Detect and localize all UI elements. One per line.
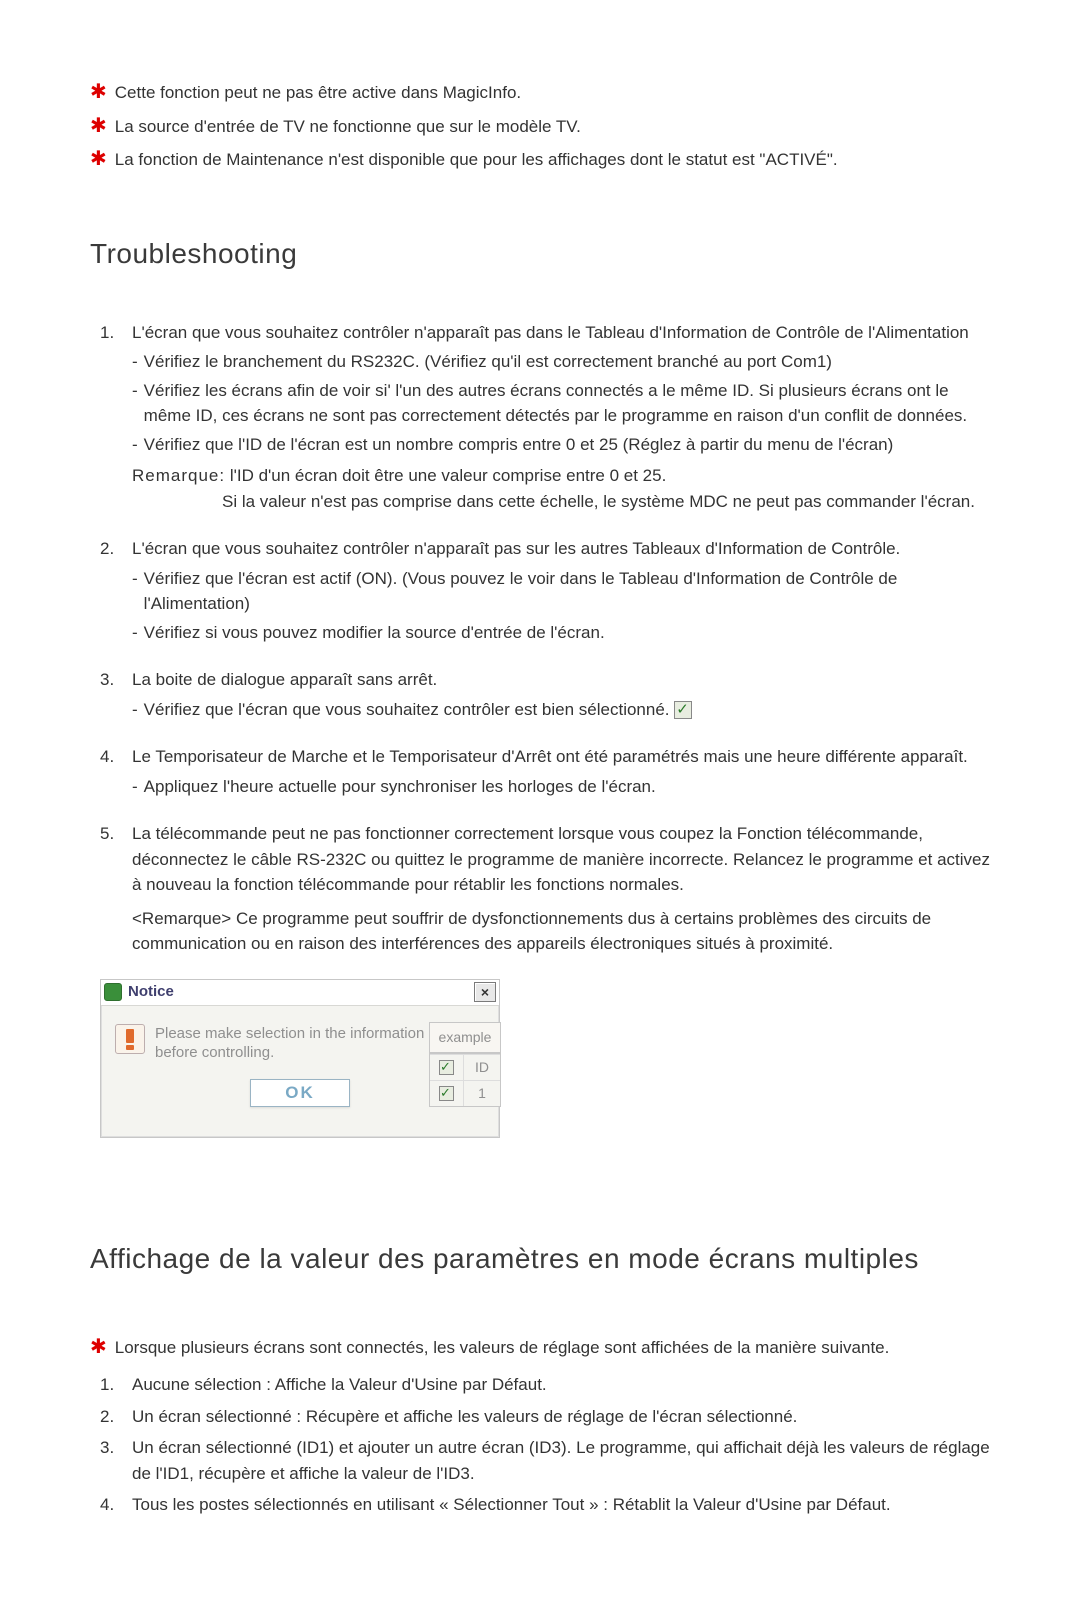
list-item: 2. Un écran sélectionné : Récupère et af… (100, 1404, 990, 1430)
item-text: Aucune sélection : Affiche la Valeur d'U… (132, 1372, 547, 1398)
note-text: La fonction de Maintenance n'est disponi… (115, 147, 838, 173)
app-icon (104, 983, 122, 1001)
remark-line2: Si la valeur n'est pas comprise dans cet… (132, 489, 990, 515)
list-item: 1. Aucune sélection : Affiche la Valeur … (100, 1372, 990, 1398)
star-icon: ✱ (90, 147, 107, 173)
sub-text: Vérifiez le branchement du RS232C. (Véri… (144, 349, 832, 375)
list-item: 5. La télécommande peut ne pas fonctionn… (100, 821, 990, 957)
item-head: L'écran que vous souhaitez contrôler n'a… (132, 320, 969, 346)
dash-icon: - (132, 349, 138, 375)
list-item: 3. La boite de dialogue apparaît sans ar… (100, 667, 990, 722)
item-head: La télécommande peut ne pas fonctionner … (132, 821, 990, 898)
check-icon[interactable] (439, 1060, 454, 1075)
notice-dialog: Notice × Please make selection in the in… (100, 979, 500, 1138)
section-multiple-screens: Affichage de la valeur des paramètres en… (90, 1238, 990, 1518)
list-item: 2. L'écran que vous souhaitez contrôler … (100, 536, 990, 645)
star-icon: ✱ (90, 1335, 107, 1361)
exclamation-icon (115, 1024, 145, 1054)
sub-text-with-check: Vérifiez que l'écran que vous souhaitez … (144, 697, 693, 723)
note-text: La source d'entrée de TV ne fonctionne q… (115, 114, 581, 140)
section-heading-multiscreen: Affichage de la valeur des paramètres en… (90, 1238, 990, 1280)
close-icon[interactable]: × (474, 982, 496, 1002)
item-number: 4. (100, 1492, 124, 1518)
item-number: 3. (100, 667, 124, 693)
remark-label: <Remarque> (132, 909, 231, 928)
sub-text: Vérifiez si vous pouvez modifier la sour… (144, 620, 605, 646)
example-header: example (430, 1023, 500, 1054)
item-number: 1. (100, 1372, 124, 1398)
dash-icon: - (132, 432, 138, 458)
dash-icon: - (132, 566, 138, 617)
item-head: L'écran que vous souhaitez contrôler n'a… (132, 536, 900, 562)
item-head: La boite de dialogue apparaît sans arrêt… (132, 667, 437, 693)
note-text: Cette fonction peut ne pas être active d… (115, 80, 521, 106)
star-icon: ✱ (90, 114, 107, 140)
item-text: Un écran sélectionné (ID1) et ajouter un… (132, 1435, 990, 1486)
section-heading-troubleshooting: Troubleshooting (90, 233, 990, 275)
item-head: Le Temporisateur de Marche et le Tempori… (132, 744, 968, 770)
item-number: 1. (100, 320, 124, 346)
remark-inline: <Remarque> Ce programme peut souffrir de… (100, 906, 990, 957)
dash-icon: - (132, 697, 138, 723)
list-item: 3. Un écran sélectionné (ID1) et ajouter… (100, 1435, 990, 1486)
note-item: ✱ Cette fonction peut ne pas être active… (90, 80, 990, 106)
list-item: 1. L'écran que vous souhaitez contrôler … (100, 320, 990, 515)
multiscreen-list: 1. Aucune sélection : Affiche la Valeur … (90, 1372, 990, 1518)
dash-icon: - (132, 620, 138, 646)
item-text: Tous les postes sélectionnés en utilisan… (132, 1492, 891, 1518)
example-row: 1 (430, 1080, 500, 1106)
example-cell: ID (464, 1055, 500, 1080)
item-text: Un écran sélectionné : Récupère et affic… (132, 1404, 797, 1430)
check-icon[interactable] (439, 1086, 454, 1101)
top-notes: ✱ Cette fonction peut ne pas être active… (90, 80, 990, 173)
item-number: 4. (100, 744, 124, 770)
troubleshooting-list: 1. L'écran que vous souhaitez contrôler … (90, 320, 990, 1138)
item-number: 2. (100, 1404, 124, 1430)
remark-line1: l'ID d'un écran doit être une valeur com… (230, 466, 666, 485)
sub-text: Vérifiez que l'écran est actif (ON). (Vo… (144, 566, 990, 617)
example-row: ID (430, 1054, 500, 1080)
item-number: 2. (100, 536, 124, 562)
dialog-titlebar: Notice × (101, 980, 499, 1006)
example-cell: 1 (464, 1081, 500, 1106)
check-icon (674, 701, 692, 719)
intro-note: ✱ Lorsque plusieurs écrans sont connecté… (90, 1335, 990, 1361)
remark-block: Remarque: l'ID d'un écran doit être une … (100, 463, 990, 514)
dash-icon: - (132, 774, 138, 800)
sub-text: Appliquez l'heure actuelle pour synchron… (144, 774, 656, 800)
dialog-title: Notice (128, 981, 474, 1004)
star-icon: ✱ (90, 80, 107, 106)
list-item: 4. Tous les postes sélectionnés en utili… (100, 1492, 990, 1518)
example-panel: example ID 1 (429, 1022, 501, 1107)
intro-text: Lorsque plusieurs écrans sont connectés,… (115, 1335, 890, 1361)
note-item: ✱ La source d'entrée de TV ne fonctionne… (90, 114, 990, 140)
remark-label: Remarque: (132, 466, 225, 485)
ok-button[interactable]: OK (250, 1079, 350, 1107)
item-number: 3. (100, 1435, 124, 1486)
sub-text: Vérifiez que l'ID de l'écran est un nomb… (144, 432, 894, 458)
list-item: 4. Le Temporisateur de Marche et le Temp… (100, 744, 990, 799)
item-number: 5. (100, 821, 124, 898)
remark-text: Ce programme peut souffrir de dysfonctio… (132, 909, 931, 954)
sub-text: Vérifiez les écrans afin de voir si' l'u… (144, 378, 990, 429)
dash-icon: - (132, 378, 138, 429)
note-item: ✱ La fonction de Maintenance n'est dispo… (90, 147, 990, 173)
